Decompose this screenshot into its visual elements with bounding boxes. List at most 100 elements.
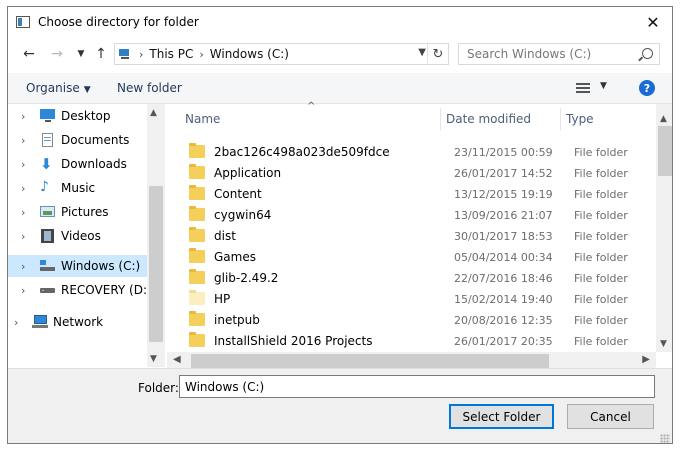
list-item[interactable]: cygwin64 13/09/2016 21:07 File folder [167, 205, 657, 226]
desktop-icon [40, 109, 56, 123]
address-dropdown-icon[interactable]: ▼ [418, 47, 426, 58]
folder-picker-dialog: Choose directory for folder ✕ ← → ▼ ↑ › … [7, 6, 673, 444]
up-button[interactable]: ↑ [92, 45, 110, 63]
expand-arrow-icon[interactable]: › [21, 206, 25, 219]
folder-icon [189, 227, 205, 242]
scrollbar-thumb[interactable] [149, 186, 163, 342]
window-title: Choose directory for folder [38, 15, 199, 29]
scroll-left-icon[interactable]: ◀ [173, 354, 181, 365]
expand-arrow-icon[interactable]: › [21, 134, 25, 147]
search-input[interactable] [459, 44, 650, 64]
expand-arrow-icon[interactable]: › [21, 110, 25, 123]
folder-icon [189, 164, 205, 179]
scroll-down-icon[interactable]: ▼ [150, 354, 157, 364]
search-icon[interactable] [642, 48, 653, 59]
close-button[interactable]: ✕ [640, 11, 666, 33]
file-name: Application [214, 166, 282, 180]
help-button[interactable]: ? [639, 80, 655, 96]
navigation-scrollbar[interactable]: ▲ ▼ [147, 104, 165, 367]
sort-ascending-icon: ^ [307, 101, 316, 112]
expand-arrow-icon[interactable]: › [21, 284, 25, 297]
forward-button[interactable]: → [48, 45, 66, 63]
sidebar-item-label: Network [53, 315, 104, 329]
sidebar-item-windows-c[interactable]: › Windows (C:) [8, 255, 147, 277]
recent-locations-button[interactable]: ▼ [72, 45, 90, 63]
pictures-icon [40, 205, 56, 219]
dialog-icon [16, 16, 30, 28]
select-folder-button[interactable]: Select Folder [449, 404, 554, 429]
column-header-date[interactable]: Date modified [446, 104, 531, 134]
list-item[interactable]: inetpub 20/08/2016 12:35 File folder [167, 310, 657, 331]
file-type: File folder [574, 146, 628, 159]
file-name: glib-2.49.2 [214, 271, 279, 285]
refresh-button[interactable]: ↻ [427, 44, 448, 64]
list-item[interactable]: Games 05/04/2014 00:34 File folder [167, 247, 657, 268]
column-header-name[interactable]: Name [185, 104, 220, 134]
file-name: Content [214, 187, 262, 201]
date-modified: 13/09/2016 21:07 [454, 209, 553, 222]
expand-arrow-icon[interactable]: › [14, 316, 18, 329]
scrollbar-thumb[interactable] [658, 126, 672, 176]
drive-c-icon [40, 260, 56, 274]
list-item[interactable]: 2bac126c498a023de509fdce 23/11/2015 00:59… [167, 142, 657, 163]
column-divider[interactable] [440, 108, 441, 130]
scroll-up-icon[interactable]: ▲ [660, 114, 667, 124]
file-list: ^ Name Date modified Type 2bac126c498a02… [167, 101, 672, 370]
scroll-right-icon[interactable]: ▶ [642, 354, 650, 365]
sidebar-item-downloads[interactable]: › ⬇ Downloads [8, 153, 147, 175]
breadcrumb-windows-c[interactable]: Windows (C:) [210, 47, 289, 61]
up-arrow-icon: ↑ [95, 46, 107, 62]
scrollbar-thumb[interactable] [191, 354, 549, 368]
list-item[interactable]: HP 15/02/2014 19:40 File folder [167, 289, 657, 310]
sidebar-item-music[interactable]: › ♪ Music [8, 177, 147, 199]
sidebar-item-label: Documents [61, 133, 130, 147]
file-type: File folder [574, 167, 628, 180]
sidebar-item-network[interactable]: › Network [8, 311, 147, 333]
expand-arrow-icon[interactable]: › [21, 260, 25, 273]
view-dropdown-icon[interactable]: ▼ [600, 81, 607, 91]
column-divider[interactable] [560, 108, 561, 130]
breadcrumb-this-pc[interactable]: This PC [149, 47, 193, 61]
list-item[interactable]: Application 26/01/2017 14:52 File folder [167, 163, 657, 184]
organise-button[interactable]: Organise ▼ [26, 81, 91, 95]
videos-icon [40, 229, 56, 243]
folder-icon [189, 311, 205, 326]
address-bar[interactable]: › This PC › Windows (C:) ▼ ↻ [114, 43, 449, 65]
expand-arrow-icon[interactable]: › [21, 230, 25, 243]
close-icon: ✕ [646, 12, 660, 32]
column-header-type[interactable]: Type [566, 104, 594, 134]
folder-icon [189, 332, 205, 347]
scroll-down-icon[interactable]: ▼ [660, 339, 667, 349]
date-modified: 20/08/2016 12:35 [454, 314, 553, 327]
folder-icon [189, 248, 205, 263]
downloads-icon: ⬇ [40, 155, 53, 173]
cancel-button[interactable]: Cancel [567, 404, 654, 429]
sidebar-item-pictures[interactable]: › Pictures [8, 201, 147, 223]
scroll-up-icon[interactable]: ▲ [150, 108, 157, 118]
sidebar-item-desktop[interactable]: › Desktop [8, 105, 147, 127]
sidebar-item-videos[interactable]: › Videos [8, 225, 147, 247]
list-item[interactable]: Content 13/12/2015 19:19 File folder [167, 184, 657, 205]
sidebar-item-documents[interactable]: › Documents [8, 129, 147, 151]
file-list-vertical-scrollbar[interactable]: ▲ ▼ [656, 104, 672, 352]
search-box [458, 43, 660, 65]
expand-arrow-icon[interactable]: › [21, 158, 25, 171]
sidebar-item-recovery-d[interactable]: › RECOVERY (D:) [8, 279, 152, 301]
view-options-icon[interactable] [576, 83, 590, 94]
list-item[interactable]: InstallShield 2016 Projects 26/01/2017 20… [167, 331, 657, 352]
date-modified: 26/01/2017 14:52 [454, 167, 553, 180]
sidebar-item-label: Pictures [61, 205, 109, 219]
expand-arrow-icon[interactable]: › [21, 182, 25, 195]
back-button[interactable]: ← [20, 45, 38, 63]
file-name: Games [214, 250, 256, 264]
resize-grip-icon[interactable] [660, 434, 670, 443]
file-type: File folder [574, 314, 628, 327]
forward-arrow-icon: → [51, 46, 63, 62]
breadcrumb-chevron-icon: › [199, 47, 204, 61]
list-item[interactable]: dist 30/01/2017 18:53 File folder [167, 226, 657, 247]
new-folder-button[interactable]: New folder [117, 81, 182, 95]
folder-field[interactable] [179, 375, 655, 398]
list-item[interactable]: glib-2.49.2 22/07/2016 18:46 File folder [167, 268, 657, 289]
refresh-icon: ↻ [432, 46, 444, 62]
organise-label: Organise [26, 81, 80, 95]
